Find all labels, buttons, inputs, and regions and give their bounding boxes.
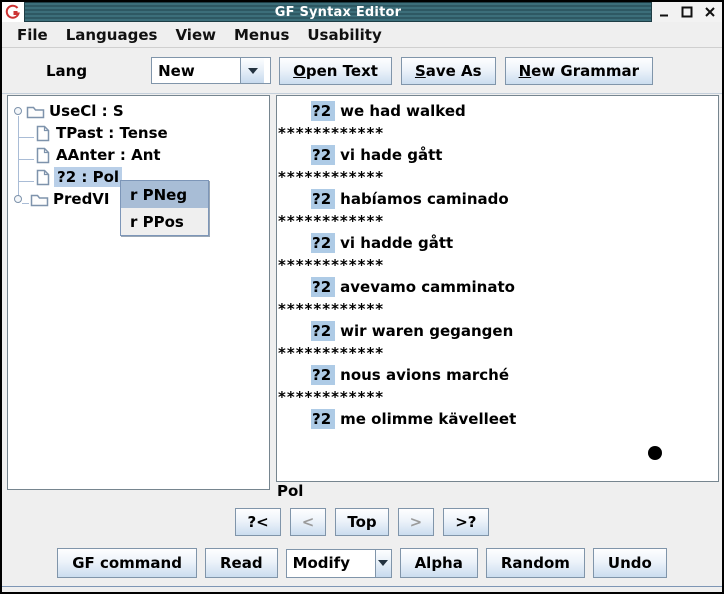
save-as-mnemonic: S — [415, 62, 426, 80]
focus-token[interactable]: ?2 — [311, 189, 335, 209]
random-button[interactable]: Random — [486, 548, 585, 578]
focus-token[interactable]: ?2 — [311, 277, 335, 297]
linearization-text: habíamos caminado — [340, 190, 509, 208]
chevron-down-icon[interactable] — [240, 58, 264, 83]
popup-item-pneg[interactable]: r PNeg — [121, 181, 208, 208]
separator-line: ************ — [277, 342, 718, 364]
linearization-text: me olimme kävelleet — [340, 410, 516, 428]
menu-menus[interactable]: Menus — [225, 24, 298, 46]
window-title: GF Syntax Editor — [275, 5, 401, 20]
app-window: GF Syntax Editor File Languages View Men… — [0, 0, 724, 594]
gf-command-button[interactable]: GF command — [57, 548, 197, 578]
tree-node-usecl[interactable]: UseCl : S — [8, 100, 269, 122]
tree-collapse-handle-icon[interactable] — [14, 195, 22, 203]
save-as-button[interactable]: Save As — [401, 57, 496, 85]
maximize-button[interactable] — [681, 6, 693, 18]
document-icon — [36, 169, 50, 186]
linearization-panel[interactable]: ?2 we had walked ************ ?2 vi hade g… — [276, 95, 719, 482]
linearization-text: avevamo camminato — [340, 278, 515, 296]
lang-combobox[interactable]: New — [151, 57, 271, 84]
top-toolbar: Lang New Open Text Save As New Grammar — [2, 48, 722, 94]
document-icon — [36, 125, 50, 142]
document-icon — [36, 147, 50, 164]
lang-combobox-value: New — [152, 58, 240, 83]
minimize-button[interactable] — [658, 6, 670, 18]
focus-type-label: Pol — [277, 482, 303, 500]
tree-node-label: PredVI — [53, 190, 110, 208]
linearization-line-ger: ?2 wir waren gegangen — [277, 320, 718, 342]
focus-token[interactable]: ?2 — [311, 365, 335, 385]
menu-file[interactable]: File — [8, 24, 57, 46]
tree-node-label: UseCl : S — [49, 102, 124, 120]
separator-line: ************ — [277, 386, 718, 408]
syntax-tree-panel[interactable]: UseCl : S TPast : Tense AAnter : Ant — [7, 95, 270, 490]
linearization-text: nous avions marché — [340, 366, 509, 384]
tree-node-label-selected: ?2 : Pol — [54, 167, 122, 187]
linearization-text: wir waren gegangen — [340, 322, 513, 340]
focus-token[interactable]: ?2 — [311, 409, 335, 429]
tree-node-label: AAnter : Ant — [56, 146, 161, 164]
undo-button[interactable]: Undo — [593, 548, 667, 578]
folder-icon — [30, 192, 49, 207]
new-grammar-button[interactable]: New Grammar — [505, 57, 653, 85]
linearization-text: vi hadde gått — [340, 234, 453, 252]
separator-line: ************ — [277, 166, 718, 188]
prev-unfilled-button[interactable]: ?< — [235, 508, 280, 536]
new-grammar-label: ew Grammar — [531, 62, 639, 80]
menu-languages[interactable]: Languages — [57, 24, 167, 46]
menu-usability[interactable]: Usability — [298, 24, 390, 46]
focus-token[interactable]: ?2 — [311, 101, 335, 121]
gf-logo-icon — [2, 2, 24, 22]
new-grammar-mnemonic: N — [519, 62, 532, 80]
focus-token[interactable]: ?2 — [311, 145, 335, 165]
focus-token[interactable]: ?2 — [311, 321, 335, 341]
folder-icon — [26, 104, 45, 119]
tree-node-tpast[interactable]: TPast : Tense — [8, 122, 269, 144]
linearization-line-swe: ?2 vi hade gått — [277, 144, 718, 166]
linearization-text: we had walked — [340, 102, 466, 120]
prev-button[interactable]: < — [290, 508, 327, 536]
tree-node-label: TPast : Tense — [56, 124, 168, 142]
bottom-toolbar: GF command Read Modify Alpha Random Undo — [2, 548, 722, 578]
alpha-button[interactable]: Alpha — [400, 548, 478, 578]
modify-combobox[interactable]: Modify — [286, 549, 392, 578]
linearization-line-spa: ?2 habíamos caminado — [277, 188, 718, 210]
linearization-line-eng: ?2 we had walked — [277, 100, 718, 122]
separator-line: ************ — [277, 210, 718, 232]
chevron-down-icon[interactable] — [375, 550, 391, 577]
open-text-mnemonic: O — [293, 62, 306, 80]
titlebar-drag-area[interactable]: GF Syntax Editor — [24, 2, 652, 22]
refinement-popup-menu: r PNeg r PPos — [120, 180, 209, 236]
tree-expand-handle-icon[interactable] — [14, 107, 22, 115]
focus-token[interactable]: ?2 — [311, 233, 335, 253]
menu-view[interactable]: View — [166, 24, 225, 46]
menubar: File Languages View Menus Usability — [2, 22, 722, 48]
read-button[interactable]: Read — [205, 548, 278, 578]
black-dot-marker — [648, 446, 662, 460]
lang-label: Lang — [46, 62, 87, 80]
linearization-text: vi hade gått — [340, 146, 442, 164]
save-as-label: ave As — [426, 62, 482, 80]
open-text-label: pen Text — [306, 62, 378, 80]
top-button[interactable]: Top — [335, 508, 388, 536]
open-text-button[interactable]: Open Text — [279, 57, 392, 85]
close-button[interactable] — [704, 6, 716, 18]
next-button[interactable]: > — [398, 508, 435, 536]
linearization-line-ita: ?2 avevamo camminato — [277, 276, 718, 298]
bottom-divider — [2, 586, 722, 587]
main-content: UseCl : S TPast : Tense AAnter : Ant — [2, 94, 722, 592]
tree-node-aanter[interactable]: AAnter : Ant — [8, 144, 269, 166]
separator-line: ************ — [277, 298, 718, 320]
separator-line: ************ — [277, 254, 718, 276]
linearization-line-fin: ?2 me olimme kävelleet — [277, 408, 718, 430]
modify-combobox-value: Modify — [287, 550, 375, 577]
next-unfilled-button[interactable]: >? — [443, 508, 488, 536]
separator-line: ************ — [277, 122, 718, 144]
titlebar: GF Syntax Editor — [2, 2, 722, 22]
popup-item-ppos[interactable]: r PPos — [121, 208, 208, 235]
linearization-line-fre: ?2 nous avions marché — [277, 364, 718, 386]
window-controls — [652, 2, 722, 22]
navigation-row: ?< < Top > >? — [2, 508, 722, 536]
linearization-line-nor: ?2 vi hadde gått — [277, 232, 718, 254]
